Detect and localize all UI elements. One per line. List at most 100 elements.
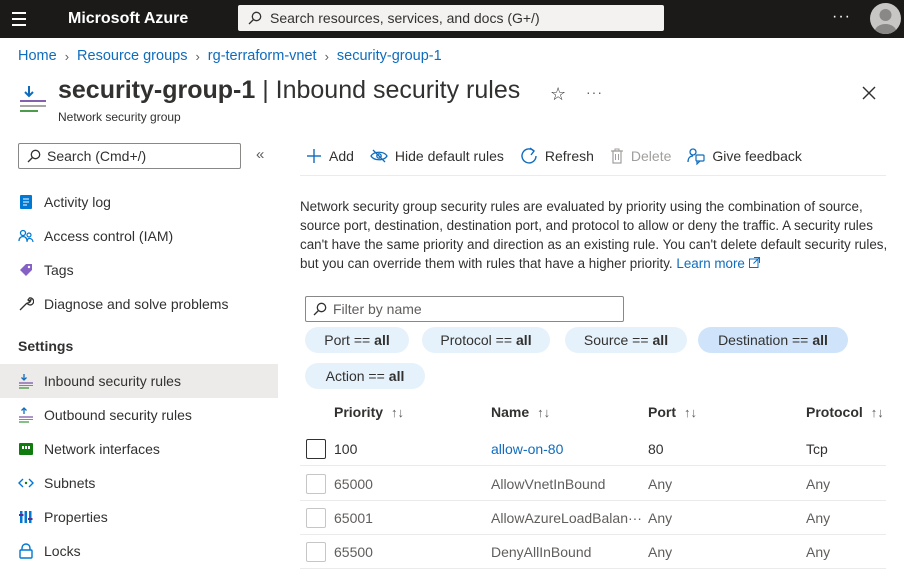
page-title-resource: security-group-1 xyxy=(58,76,256,104)
sidebar-item-activity-log[interactable]: Activity log xyxy=(0,185,278,219)
column-header-name[interactable]: Name ↑↓ xyxy=(491,404,550,420)
feedback-icon xyxy=(687,148,705,165)
sidebar-item-label: Outbound security rules xyxy=(44,407,192,423)
column-header-priority[interactable]: Priority ↑↓ xyxy=(334,404,404,420)
page-title-blade: | Inbound security rules xyxy=(255,76,521,104)
wrench-icon xyxy=(18,296,34,312)
trash-icon xyxy=(610,148,623,164)
avatar[interactable] xyxy=(870,3,901,34)
description-body: Network security group security rules ar… xyxy=(300,199,888,271)
lock-icon xyxy=(18,543,34,559)
sidebar-item-inbound-rules[interactable]: Inbound security rules xyxy=(0,364,278,398)
pill-key: Action == xyxy=(325,368,385,384)
add-label: Add xyxy=(329,148,354,164)
pill-key: Protocol == xyxy=(440,332,513,348)
column-label: Port xyxy=(648,404,676,420)
refresh-label: Refresh xyxy=(544,148,594,164)
global-search-input[interactable]: Search resources, services, and docs (G+… xyxy=(238,5,664,31)
row-checkbox[interactable] xyxy=(306,474,326,494)
cell-name: DenyAllInBound xyxy=(491,544,592,560)
cell-protocol: Any xyxy=(806,544,831,560)
sidebar-item-subnets[interactable]: Subnets xyxy=(0,466,278,500)
pill-value: all xyxy=(812,332,828,348)
eye-hide-icon xyxy=(370,149,388,163)
inbound-rules-icon xyxy=(20,86,46,112)
delete-button[interactable]: Delete xyxy=(610,148,671,164)
sidebar-item-label: Locks xyxy=(44,543,81,559)
row-checkbox[interactable] xyxy=(306,439,326,459)
sidebar-item-locks[interactable]: Locks xyxy=(0,534,278,568)
cell-port: Any xyxy=(648,544,673,560)
sort-icon[interactable]: ↑↓ xyxy=(684,405,697,420)
close-icon[interactable] xyxy=(858,82,880,104)
chevron-right-icon: › xyxy=(324,48,329,64)
network-interface-icon xyxy=(18,441,34,457)
breadcrumb-home[interactable]: Home xyxy=(18,48,57,64)
filter-pill-port[interactable]: Port == all xyxy=(305,327,409,353)
cell-port: Any xyxy=(648,476,673,492)
topbar-more-icon[interactable]: ··· xyxy=(832,8,851,26)
table-row[interactable]: 65001 AllowAzureLoadBalan··· Any Any xyxy=(300,501,886,535)
filter-pill-action[interactable]: Action == all xyxy=(305,363,425,389)
more-icon[interactable]: ··· xyxy=(586,84,603,100)
command-bar: Add Hide default rules Refresh Delete Gi… xyxy=(306,143,818,169)
table-row[interactable]: 65000 AllowVnetInBound Any Any xyxy=(300,467,886,501)
column-label: Name xyxy=(491,404,530,420)
sidebar-item-label: Inbound security rules xyxy=(44,373,181,389)
top-bar: Microsoft Azure Search resources, servic… xyxy=(0,0,904,38)
sidebar-search-input[interactable]: Search (Cmd+/) xyxy=(18,143,241,169)
breadcrumb-resource-groups[interactable]: Resource groups xyxy=(77,48,187,64)
breadcrumb-nsg[interactable]: security-group-1 xyxy=(337,48,442,64)
pill-value: all xyxy=(652,332,669,348)
activity-log-icon xyxy=(18,194,34,210)
cell-name: allow-on-80 xyxy=(491,432,563,466)
hide-default-label: Hide default rules xyxy=(394,148,504,164)
learn-more-link[interactable]: Learn more xyxy=(676,256,760,271)
hide-default-rules-button[interactable]: Hide default rules xyxy=(370,148,504,164)
pill-value: all xyxy=(388,368,405,384)
add-button[interactable]: Add xyxy=(306,148,354,164)
row-checkbox[interactable] xyxy=(306,508,326,528)
delete-label: Delete xyxy=(630,148,672,164)
filter-pill-source[interactable]: Source == all xyxy=(565,327,687,353)
cell-priority: 65001 xyxy=(334,510,373,526)
refresh-icon xyxy=(521,147,537,164)
sidebar-item-diagnose[interactable]: Diagnose and solve problems xyxy=(0,287,278,321)
sort-icon[interactable]: ↑↓ xyxy=(871,405,884,420)
sidebar-item-label: Tags xyxy=(44,262,74,278)
table-row[interactable]: 100 allow-on-80 80 Tcp xyxy=(300,432,886,466)
filter-pill-destination[interactable]: Destination == all xyxy=(698,327,848,353)
star-icon[interactable]: ☆ xyxy=(550,84,566,105)
sidebar-item-network-interfaces[interactable]: Network interfaces xyxy=(0,432,278,466)
row-checkbox[interactable] xyxy=(306,542,326,562)
breadcrumb-rg[interactable]: rg-terraform-vnet xyxy=(208,48,317,64)
filter-pill-protocol[interactable]: Protocol == all xyxy=(422,327,550,353)
page-title: security-group-1 | Inbound security rule… xyxy=(58,76,520,105)
filter-placeholder: Filter by name xyxy=(333,301,422,317)
sidebar-item-outbound-rules[interactable]: Outbound security rules xyxy=(0,398,278,432)
menu-icon[interactable] xyxy=(0,0,38,38)
sidebar-item-access-control[interactable]: Access control (IAM) xyxy=(0,219,278,253)
breadcrumb: Home › Resource groups › rg-terraform-vn… xyxy=(18,48,442,64)
sort-icon[interactable]: ↑↓ xyxy=(537,405,550,420)
table-row[interactable]: 65500 DenyAllInBound Any Any xyxy=(300,535,886,569)
brand-title[interactable]: Microsoft Azure xyxy=(68,10,188,28)
column-header-port[interactable]: Port ↑↓ xyxy=(648,404,697,420)
cell-priority: 65500 xyxy=(334,544,373,560)
refresh-button[interactable]: Refresh xyxy=(520,147,594,165)
search-icon xyxy=(248,11,262,25)
column-header-protocol[interactable]: Protocol ↑↓ xyxy=(806,404,884,420)
tag-icon xyxy=(18,262,34,278)
search-icon xyxy=(27,149,41,163)
sidebar-item-properties[interactable]: Properties xyxy=(0,500,278,534)
collapse-sidebar-icon[interactable]: « xyxy=(256,146,264,163)
pill-value: all xyxy=(516,332,532,348)
rule-name-link[interactable]: allow-on-80 xyxy=(491,441,563,457)
sort-icon[interactable]: ↑↓ xyxy=(391,405,404,420)
filter-by-name-input[interactable]: Filter by name xyxy=(305,296,624,322)
cell-protocol: Any xyxy=(806,476,831,492)
divider xyxy=(300,175,886,176)
cell-name: AllowVnetInBound xyxy=(491,476,606,492)
sidebar-item-tags[interactable]: Tags xyxy=(0,253,278,287)
give-feedback-button[interactable]: Give feedback xyxy=(687,147,802,165)
